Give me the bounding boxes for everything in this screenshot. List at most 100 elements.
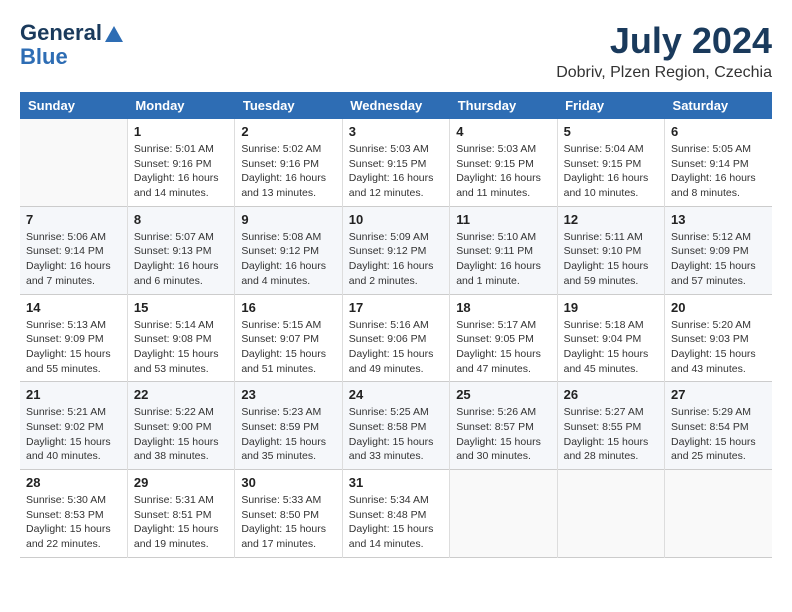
day-number: 21 [26, 387, 121, 402]
logo-general: General [20, 20, 102, 46]
header: General Blue July 2024 Dobriv, Plzen Reg… [20, 20, 772, 82]
day-number: 9 [241, 212, 335, 227]
calendar-cell [557, 470, 664, 558]
logo: General Blue [20, 20, 123, 68]
day-number: 14 [26, 300, 121, 315]
calendar-cell: 15 Sunrise: 5:14 AMSunset: 9:08 PMDayligh… [127, 294, 234, 382]
calendar-cell: 6 Sunrise: 5:05 AMSunset: 9:14 PMDaylight… [665, 119, 772, 206]
day-number: 31 [349, 475, 443, 490]
header-day-tuesday: Tuesday [235, 92, 342, 119]
calendar-cell: 17Sunrise: 5:16 AMSunset: 9:06 PMDayligh… [342, 294, 449, 382]
day-info: Sunrise: 5:14 AMSunset: 9:08 PMDaylight:… [134, 318, 228, 377]
day-info: Sunrise: 5:15 AMSunset: 9:07 PMDaylight:… [241, 318, 335, 377]
calendar-cell: 10 Sunrise: 5:09 AMSunset: 9:12 PMDayligh… [342, 206, 449, 294]
day-info: Sunrise: 5:05 AMSunset: 9:14 PMDaylight:… [671, 142, 766, 201]
day-info: Sunrise: 5:34 AMSunset: 8:48 PMDaylight:… [349, 493, 443, 552]
day-number: 30 [241, 475, 335, 490]
day-number: 18 [456, 300, 550, 315]
calendar-cell: 16 Sunrise: 5:15 AMSunset: 9:07 PMDayligh… [235, 294, 342, 382]
day-number: 13 [671, 212, 766, 227]
day-info: Sunrise: 5:11 AMSunset: 9:10 PMDaylight:… [564, 230, 658, 289]
day-info: Sunrise: 5:26 AMSunset: 8:57 PMDaylight:… [456, 405, 550, 464]
calendar-cell: 3Sunrise: 5:03 AMSunset: 9:15 PMDaylight… [342, 119, 449, 206]
day-info: Sunrise: 5:20 AMSunset: 9:03 PMDaylight:… [671, 318, 766, 377]
month-title: July 2024 [556, 20, 772, 62]
day-number: 27 [671, 387, 766, 402]
day-number: 28 [26, 475, 121, 490]
calendar-cell: 12 Sunrise: 5:11 AMSunset: 9:10 PMDayligh… [557, 206, 664, 294]
day-number: 15 [134, 300, 228, 315]
calendar-cell: 7Sunrise: 5:06 AMSunset: 9:14 PMDaylight… [20, 206, 127, 294]
calendar-cell: 21 Sunrise: 5:21 AMSunset: 9:02 PMDayligh… [20, 382, 127, 470]
day-number: 19 [564, 300, 658, 315]
calendar-cell: 2 Sunrise: 5:02 AMSunset: 9:16 PMDaylight… [235, 119, 342, 206]
day-number: 29 [134, 475, 228, 490]
calendar-cell: 19 Sunrise: 5:18 AMSunset: 9:04 PMDayligh… [557, 294, 664, 382]
day-info: Sunrise: 5:22 AMSunset: 9:00 PMDaylight:… [134, 405, 228, 464]
day-number: 2 [241, 124, 335, 139]
day-number: 16 [241, 300, 335, 315]
day-number: 4 [456, 124, 550, 139]
calendar-cell [665, 470, 772, 558]
day-number: 25 [456, 387, 550, 402]
day-info: Sunrise: 5:12 AMSunset: 9:09 PMDaylight:… [671, 230, 766, 289]
calendar-cell: 25 Sunrise: 5:26 AMSunset: 8:57 PMDayligh… [450, 382, 557, 470]
day-number: 23 [241, 387, 335, 402]
calendar-cell: 9 Sunrise: 5:08 AMSunset: 9:12 PMDaylight… [235, 206, 342, 294]
calendar-cell: 20 Sunrise: 5:20 AMSunset: 9:03 PMDayligh… [665, 294, 772, 382]
day-info: Sunrise: 5:10 AMSunset: 9:11 PMDaylight:… [456, 230, 550, 289]
calendar-cell: 8 Sunrise: 5:07 AMSunset: 9:13 PMDaylight… [127, 206, 234, 294]
day-number: 3 [349, 124, 443, 139]
day-info: Sunrise: 5:07 AMSunset: 9:13 PMDaylight:… [134, 230, 228, 289]
day-info: Sunrise: 5:08 AMSunset: 9:12 PMDaylight:… [241, 230, 335, 289]
day-number: 12 [564, 212, 658, 227]
day-info: Sunrise: 5:33 AMSunset: 8:50 PMDaylight:… [241, 493, 335, 552]
day-info: Sunrise: 5:03 AMSunset: 9:15 PMDaylight:… [456, 142, 550, 201]
calendar-cell: 26 Sunrise: 5:27 AMSunset: 8:55 PMDayligh… [557, 382, 664, 470]
day-info: Sunrise: 5:04 AMSunset: 9:15 PMDaylight:… [564, 142, 658, 201]
day-info: Sunrise: 5:21 AMSunset: 9:02 PMDaylight:… [26, 405, 121, 464]
logo-blue: Blue [20, 46, 68, 68]
calendar-cell: 14 Sunrise: 5:13 AMSunset: 9:09 PMDayligh… [20, 294, 127, 382]
day-number: 1 [134, 124, 228, 139]
calendar-cell: 30 Sunrise: 5:33 AMSunset: 8:50 PMDayligh… [235, 470, 342, 558]
calendar-header: SundayMondayTuesdayWednesdayThursdayFrid… [20, 92, 772, 119]
day-number: 26 [564, 387, 658, 402]
day-info: Sunrise: 5:06 AMSunset: 9:14 PMDaylight:… [26, 230, 121, 289]
header-day-friday: Friday [557, 92, 664, 119]
day-info: Sunrise: 5:27 AMSunset: 8:55 PMDaylight:… [564, 405, 658, 464]
logo-triangle [105, 26, 123, 42]
day-number: 11 [456, 212, 550, 227]
day-info: Sunrise: 5:16 AMSunset: 9:06 PMDaylight:… [349, 318, 443, 377]
day-info: Sunrise: 5:09 AMSunset: 9:12 PMDaylight:… [349, 230, 443, 289]
day-number: 24 [349, 387, 443, 402]
header-day-saturday: Saturday [665, 92, 772, 119]
calendar-cell: 27 Sunrise: 5:29 AMSunset: 8:54 PMDayligh… [665, 382, 772, 470]
calendar-cell [20, 119, 127, 206]
day-number: 10 [349, 212, 443, 227]
calendar-cell: 5Sunrise: 5:04 AMSunset: 9:15 PMDaylight… [557, 119, 664, 206]
day-info: Sunrise: 5:23 AMSunset: 8:59 PMDaylight:… [241, 405, 335, 464]
calendar-cell: 29Sunrise: 5:31 AMSunset: 8:51 PMDayligh… [127, 470, 234, 558]
day-number: 6 [671, 124, 766, 139]
day-info: Sunrise: 5:13 AMSunset: 9:09 PMDaylight:… [26, 318, 121, 377]
day-info: Sunrise: 5:18 AMSunset: 9:04 PMDaylight:… [564, 318, 658, 377]
calendar-cell: 1 Sunrise: 5:01 AMSunset: 9:16 PMDaylight… [127, 119, 234, 206]
calendar-cell: 13 Sunrise: 5:12 AMSunset: 9:09 PMDayligh… [665, 206, 772, 294]
calendar-table: SundayMondayTuesdayWednesdayThursdayFrid… [20, 92, 772, 558]
day-info: Sunrise: 5:02 AMSunset: 9:16 PMDaylight:… [241, 142, 335, 201]
calendar-cell: 28 Sunrise: 5:30 AMSunset: 8:53 PMDayligh… [20, 470, 127, 558]
title-area: July 2024 Dobriv, Plzen Region, Czechia [556, 20, 772, 82]
location-subtitle: Dobriv, Plzen Region, Czechia [556, 64, 772, 82]
header-day-wednesday: Wednesday [342, 92, 449, 119]
header-day-thursday: Thursday [450, 92, 557, 119]
calendar-cell: 18Sunrise: 5:17 AMSunset: 9:05 PMDayligh… [450, 294, 557, 382]
day-number: 20 [671, 300, 766, 315]
day-number: 8 [134, 212, 228, 227]
calendar-cell [450, 470, 557, 558]
day-number: 22 [134, 387, 228, 402]
header-day-sunday: Sunday [20, 92, 127, 119]
day-info: Sunrise: 5:29 AMSunset: 8:54 PMDaylight:… [671, 405, 766, 464]
day-info: Sunrise: 5:30 AMSunset: 8:53 PMDaylight:… [26, 493, 121, 552]
day-info: Sunrise: 5:01 AMSunset: 9:16 PMDaylight:… [134, 142, 228, 201]
